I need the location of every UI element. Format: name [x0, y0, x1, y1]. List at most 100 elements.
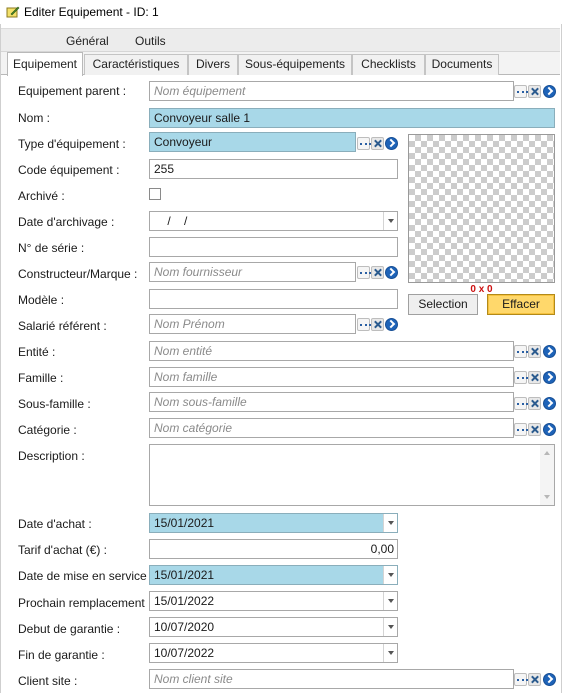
dropdown-arrow-icon[interactable] [383, 592, 397, 610]
description-label: Description : [18, 449, 85, 463]
categorie-label: Catégorie : [18, 423, 77, 437]
archive-label: Archivé : [18, 189, 65, 203]
equipement-parent-label: Equipement parent : [18, 84, 127, 98]
equipement-parent-placeholder: Nom équipement [154, 84, 246, 98]
prochain-remplacement-field[interactable]: 15/01/2022 [149, 591, 398, 611]
clear-x-icon[interactable] [528, 673, 541, 686]
tab-checklists[interactable]: Checklists [352, 54, 425, 75]
type-equipement-label: Type d'équipement : [18, 137, 126, 151]
scroll-up-icon[interactable] [544, 451, 550, 455]
dropdown-arrow-icon[interactable] [383, 566, 397, 584]
dropdown-arrow-icon[interactable] [383, 644, 397, 662]
dropdown-arrow-icon[interactable] [383, 618, 397, 636]
description-scrollbar[interactable] [540, 445, 554, 505]
clear-x-icon[interactable] [528, 423, 541, 436]
clear-x-icon[interactable] [371, 266, 384, 279]
modele-field[interactable] [149, 289, 398, 309]
date-archivage-value: / / [154, 214, 188, 228]
go-arrow-icon[interactable] [543, 85, 556, 98]
constructeur-field[interactable]: Nom fournisseur [149, 262, 356, 282]
tab-caracteristiques[interactable]: Caractéristiques [84, 54, 188, 75]
date-mise-service-field[interactable]: 15/01/2021 [149, 565, 398, 585]
client-site-label: Client site : [18, 674, 78, 688]
code-equipement-field[interactable]: 255 [149, 159, 398, 179]
go-arrow-icon[interactable] [385, 266, 398, 279]
salarie-field[interactable]: Nom Prénom [149, 314, 356, 334]
modele-label: Modèle : [18, 293, 65, 307]
sous-famille-field[interactable]: Nom sous-famille [149, 392, 514, 412]
go-arrow-icon[interactable] [385, 318, 398, 331]
go-arrow-icon[interactable] [543, 673, 556, 686]
date-mise-service-label: Date de mise en service : [18, 569, 154, 583]
selection-button[interactable]: Selection [408, 294, 478, 315]
entite-placeholder: Nom entité [154, 344, 213, 358]
go-arrow-icon[interactable] [543, 371, 556, 384]
fin-garantie-label: Fin de garantie : [18, 648, 105, 662]
ellipsis-icon[interactable] [514, 371, 528, 384]
go-arrow-icon[interactable] [543, 397, 556, 410]
entite-label: Entité : [18, 345, 56, 359]
sous-famille-label: Sous-famille : [18, 397, 91, 411]
type-equipement-field[interactable]: Convoyeur [149, 132, 356, 152]
entite-field[interactable]: Nom entité [149, 341, 514, 361]
dropdown-arrow-icon[interactable] [383, 212, 397, 230]
go-arrow-icon[interactable] [543, 345, 556, 358]
ellipsis-icon[interactable] [514, 673, 528, 686]
num-serie-field[interactable] [149, 237, 398, 257]
salarie-label: Salarié référent : [18, 319, 107, 333]
clear-x-icon[interactable] [371, 318, 384, 331]
fin-garantie-value: 10/07/2022 [154, 646, 215, 660]
menu-bar: Général Outils [1, 28, 560, 52]
date-archivage-field[interactable]: / / [149, 211, 398, 231]
date-achat-field[interactable]: 15/01/2021 [149, 513, 398, 533]
menu-outils[interactable]: Outils [135, 34, 166, 48]
ellipsis-icon[interactable] [514, 397, 528, 410]
prochain-remplacement-value: 15/01/2022 [154, 594, 215, 608]
ellipsis-icon[interactable] [357, 137, 371, 150]
debut-garantie-value: 10/07/2020 [154, 620, 215, 634]
famille-placeholder: Nom famille [154, 370, 218, 384]
clear-x-icon[interactable] [371, 137, 384, 150]
prochain-remplacement-label: Prochain remplacement : [18, 596, 152, 610]
debut-garantie-field[interactable]: 10/07/2020 [149, 617, 398, 637]
ellipsis-icon[interactable] [514, 345, 528, 358]
nom-field[interactable]: Convoyeur salle 1 [149, 108, 555, 128]
tab-strip: Equipement Caractéristiques Divers Sous-… [1, 52, 560, 76]
ellipsis-icon[interactable] [357, 266, 371, 279]
nom-label: Nom : [18, 111, 51, 125]
sous-famille-placeholder: Nom sous-famille [154, 395, 247, 409]
clear-x-icon[interactable] [528, 85, 541, 98]
clear-x-icon[interactable] [528, 345, 541, 358]
tab-sous-equipements[interactable]: Sous-équipements [238, 54, 352, 75]
tab-documents[interactable]: Documents [425, 54, 499, 75]
window-title: Editer Equipement - ID: 1 [24, 5, 159, 19]
ellipsis-icon[interactable] [514, 85, 528, 98]
effacer-button[interactable]: Effacer [487, 294, 555, 315]
image-preview[interactable] [408, 134, 555, 283]
tarif-achat-label: Tarif d'achat (€) : [18, 543, 107, 557]
tab-equipement[interactable]: Equipement [7, 52, 83, 76]
description-textarea[interactable] [149, 444, 555, 506]
categorie-field[interactable]: Nom catégorie [149, 418, 514, 438]
scroll-down-icon[interactable] [544, 495, 550, 499]
code-equipement-label: Code équipement : [18, 163, 120, 177]
tarif-achat-field[interactable]: 0,00 [149, 539, 398, 559]
famille-field[interactable]: Nom famille [149, 367, 514, 387]
dropdown-arrow-icon[interactable] [383, 514, 397, 532]
client-site-placeholder: Nom client site [154, 672, 233, 686]
clear-x-icon[interactable] [528, 397, 541, 410]
num-serie-label: N° de série : [18, 241, 85, 255]
menu-general[interactable]: Général [66, 34, 109, 48]
go-arrow-icon[interactable] [543, 423, 556, 436]
equipement-parent-field[interactable]: Nom équipement [149, 81, 514, 101]
clear-x-icon[interactable] [528, 371, 541, 384]
client-site-field[interactable]: Nom client site [149, 669, 514, 689]
edit-note-icon [6, 6, 20, 18]
date-achat-label: Date d'achat : [18, 517, 92, 531]
tab-divers[interactable]: Divers [188, 54, 238, 75]
ellipsis-icon[interactable] [357, 318, 371, 331]
go-arrow-icon[interactable] [385, 137, 398, 150]
ellipsis-icon[interactable] [514, 423, 528, 436]
archive-checkbox[interactable] [149, 188, 161, 200]
fin-garantie-field[interactable]: 10/07/2022 [149, 643, 398, 663]
